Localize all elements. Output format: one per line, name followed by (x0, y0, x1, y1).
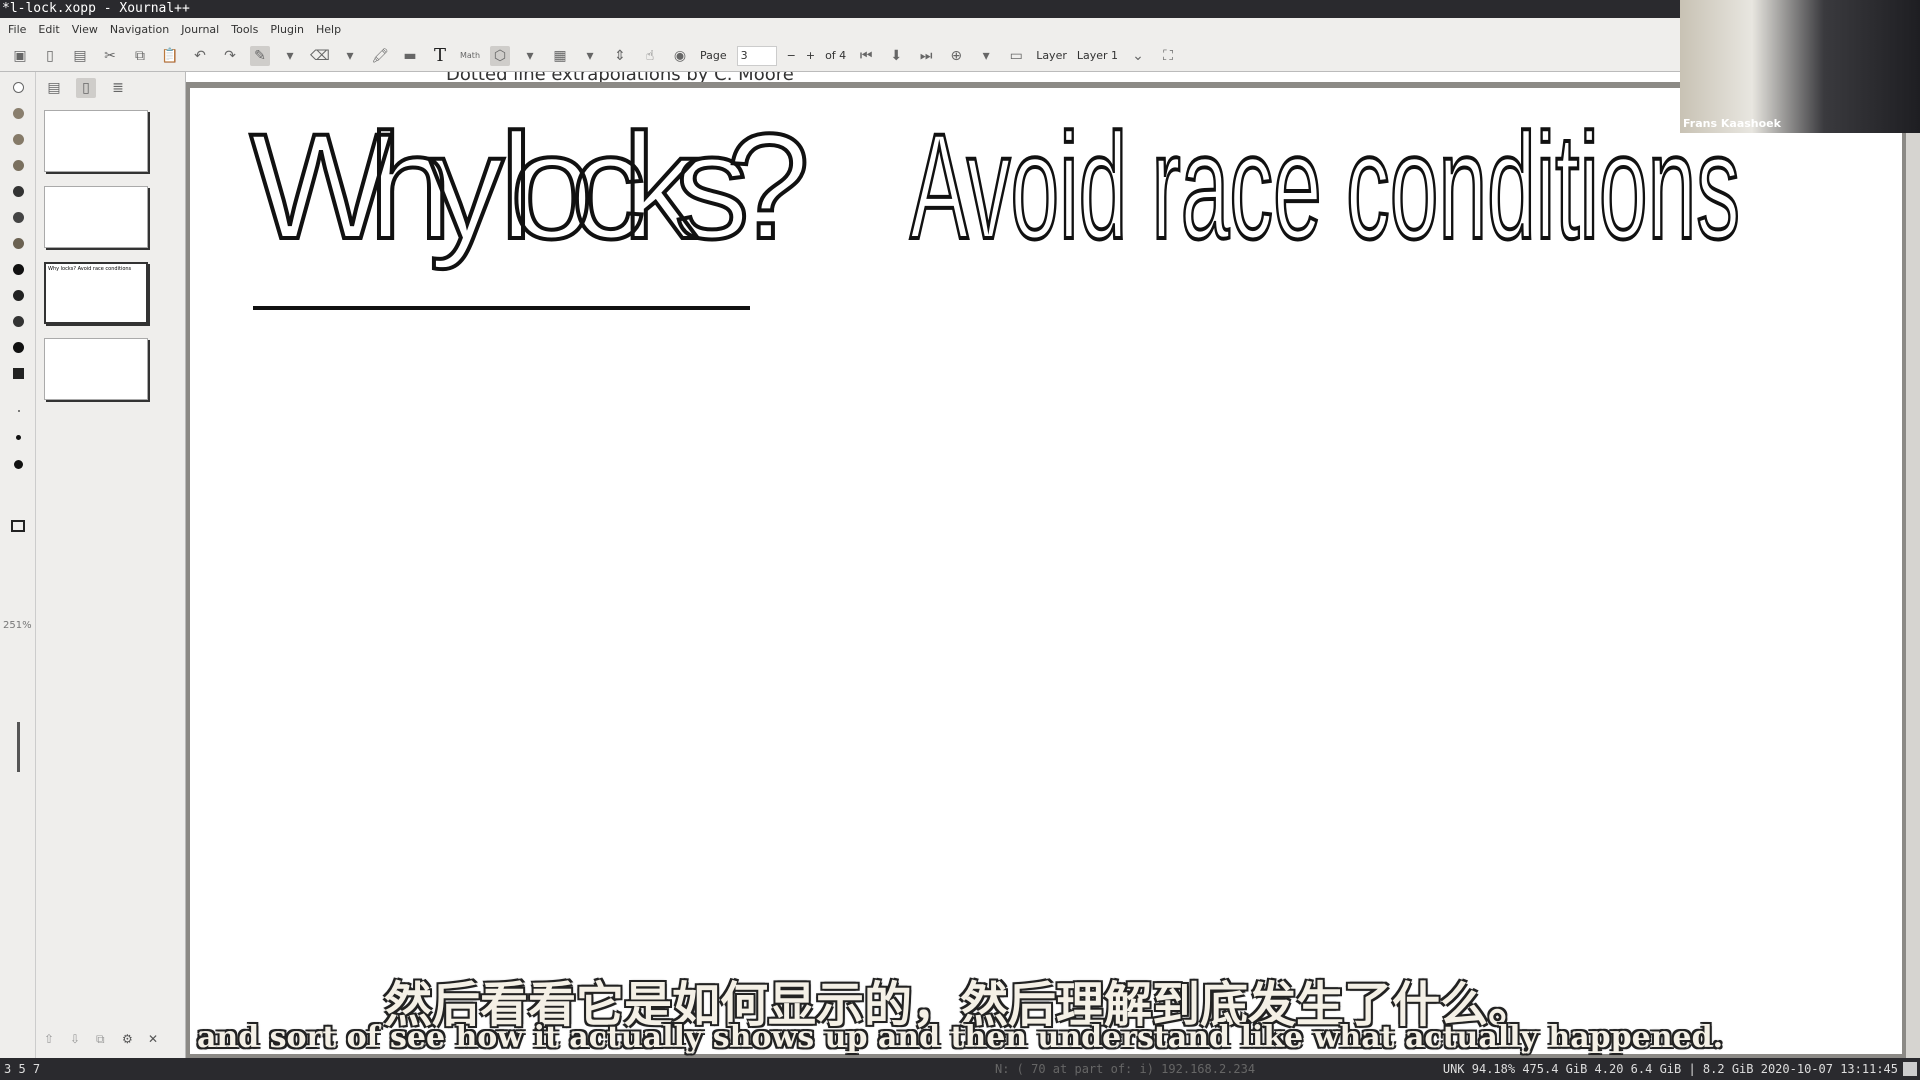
layer-select[interactable]: Layer 1 (1077, 49, 1118, 62)
chevron-down-icon[interactable]: ▾ (280, 46, 300, 66)
handwriting-avoid-race-conditions: Avoid race conditions (910, 102, 1740, 270)
color-swatch[interactable] (13, 108, 24, 119)
menu-plugin[interactable]: Plugin (270, 23, 304, 36)
zoom-level: 251% (3, 620, 32, 631)
menu-tools[interactable]: Tools (231, 23, 258, 36)
page-thumbnail-4[interactable] (44, 338, 148, 400)
hand-icon[interactable]: ☝ (640, 46, 660, 66)
text-icon[interactable]: T (430, 45, 450, 66)
first-page-icon[interactable]: ⏮ (856, 46, 876, 66)
vertical-space-icon[interactable]: ⇕ (610, 46, 630, 66)
presentation-icon[interactable] (11, 520, 25, 532)
menu-journal[interactable]: Journal (181, 23, 219, 36)
save-icon[interactable]: ▣ (10, 46, 30, 66)
color-swatch[interactable] (13, 186, 24, 197)
eraser-icon[interactable]: ⌫ (310, 46, 330, 66)
play-object-icon[interactable]: ◉ (670, 46, 690, 66)
toc-tab-icon[interactable]: ▤ (44, 78, 64, 98)
page-number-input[interactable]: 3 (736, 45, 777, 66)
copy-icon[interactable]: ⧉ (130, 46, 150, 66)
color-white[interactable] (13, 82, 24, 93)
chevron-down-icon[interactable]: ▾ (976, 46, 996, 66)
menu-bar: File Edit View Navigation Journal Tools … (0, 18, 1920, 40)
network-status: N: ( 70 at part of: i) 192.168.2.234 (995, 1062, 1256, 1076)
color-swatch[interactable] (13, 238, 24, 249)
color-swatch[interactable] (13, 134, 24, 145)
previous-page: Dotted line extrapolations by C. Moore (186, 72, 1906, 82)
current-page[interactable]: Why locks? Avoid race conditions (190, 88, 1902, 1054)
insert-page-icon[interactable]: ⊕ (946, 46, 966, 66)
layers-tab-icon[interactable]: ≣ (108, 78, 128, 98)
previous-page-title: Dotted line extrapolations by C. Moore (446, 72, 794, 82)
page-label: Page (700, 49, 727, 62)
page-decrement-button[interactable]: − (787, 49, 796, 62)
page-count: of 4 (825, 49, 847, 62)
thin-size-icon[interactable] (18, 410, 20, 412)
fullscreen-icon[interactable]: ⛶ (1158, 46, 1178, 66)
menu-navigation[interactable]: Navigation (110, 23, 169, 36)
tray-icon[interactable] (1903, 1062, 1917, 1076)
page-thumbnail-3[interactable]: Why locks? Avoid race conditions (44, 262, 148, 324)
system-stats: UNK 94.18% 475.4 GiB 4.20 6.4 GiB | 8.2 … (1442, 1062, 1898, 1076)
menu-edit[interactable]: Edit (38, 23, 59, 36)
webcam-name: Frans Kaashoek (1683, 117, 1781, 130)
math-tex-icon[interactable]: Math (460, 46, 480, 66)
cut-icon[interactable]: ✂ (100, 46, 120, 66)
page-thumbnail-2[interactable] (44, 186, 148, 248)
undo-icon[interactable]: ↶ (190, 46, 210, 66)
chevron-down-icon[interactable]: ▾ (340, 46, 360, 66)
color-palette: 251% (0, 72, 36, 1058)
color-swatch[interactable] (13, 290, 24, 301)
pen-icon[interactable]: ✎ (250, 45, 270, 66)
pages-tab-icon[interactable]: ▯ (76, 78, 96, 98)
color-black[interactable] (13, 264, 24, 275)
image-icon[interactable]: ▬ (400, 46, 420, 66)
color-selected[interactable] (13, 342, 24, 353)
select-rect-icon[interactable]: ▦ (550, 46, 570, 66)
menu-view[interactable]: View (72, 23, 98, 36)
goto-page-icon[interactable]: ⬇ (886, 46, 906, 66)
chevron-down-icon[interactable]: ▾ (580, 46, 600, 66)
zoom-slider[interactable] (17, 722, 20, 772)
page-preview-sidebar: ▤ ▯ ≣ Why locks? Avoid race conditions ⇧… (36, 72, 186, 1058)
document-canvas[interactable]: Dotted line extrapolations by C. Moore W… (186, 72, 1906, 1058)
system-status-bar: 3 5 7 N: ( 70 at part of: i) 192.168.2.2… (0, 1058, 1920, 1080)
workspace-indicator[interactable]: 3 5 7 (4, 1058, 40, 1080)
open-icon[interactable]: ▤ (70, 46, 90, 66)
redo-icon[interactable]: ↷ (220, 46, 240, 66)
handwriting-why-locks: Why locks? (250, 102, 810, 270)
fill-square-icon[interactable] (13, 368, 24, 379)
layer-label: Layer (1036, 49, 1067, 62)
highlighter-icon[interactable]: 🖍 (370, 46, 390, 66)
medium-size-icon[interactable] (16, 435, 21, 440)
window-title: *l-lock.xopp - Xournal++ (0, 0, 1920, 18)
new-icon[interactable]: ▯ (40, 46, 60, 66)
delete-page-icon[interactable]: ▭ (1006, 46, 1026, 66)
last-page-icon[interactable]: ⏭ (916, 46, 936, 66)
paste-icon[interactable]: 📋 (160, 46, 180, 66)
thick-size-icon[interactable] (14, 460, 23, 469)
shape-icon[interactable]: ⬡ (490, 45, 510, 66)
menu-help[interactable]: Help (316, 23, 341, 36)
color-swatch[interactable] (13, 212, 24, 223)
page-thumbnail-1[interactable] (44, 110, 148, 172)
menu-file[interactable]: File (8, 23, 26, 36)
toolbar: ▣ ▯ ▤ ✂ ⧉ 📋 ↶ ↷ ✎ ▾ ⌫ ▾ 🖍 ▬ T Math ⬡ ▾ ▦… (0, 40, 1920, 72)
chevron-down-icon[interactable]: ▾ (520, 46, 540, 66)
page-increment-button[interactable]: + (806, 49, 815, 62)
color-swatch[interactable] (13, 160, 24, 171)
color-swatch[interactable] (13, 316, 24, 327)
subtitle-english: and sort of see how it actually shows up… (196, 1020, 1724, 1055)
handwriting-layer: Why locks? Avoid race conditions (248, 100, 1742, 310)
webcam-overlay: Frans Kaashoek (1680, 0, 1920, 133)
chevron-down-icon[interactable]: ⌄ (1128, 46, 1148, 66)
